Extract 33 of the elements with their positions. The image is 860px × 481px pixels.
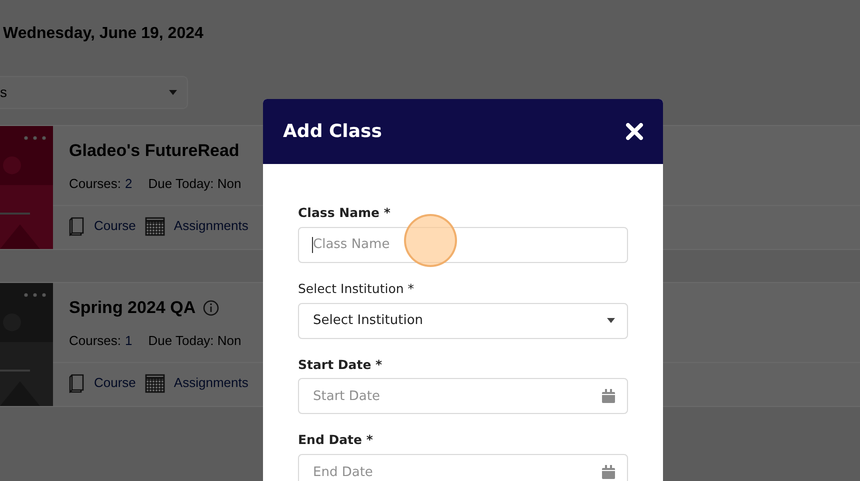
due-today-text: Due Today: Non — [148, 174, 242, 193]
calendar-icon — [602, 465, 615, 479]
courses-count: Courses: 1 — [69, 332, 132, 350]
course-link[interactable]: Course — [94, 216, 136, 236]
field-label: Start Date * — [298, 356, 382, 374]
calendar-grid-icon — [144, 373, 165, 393]
institution-select[interactable]: Select Institution — [298, 302, 628, 338]
dropdown-caret-icon — [169, 90, 177, 95]
input-field[interactable]: Class Name — [298, 226, 628, 263]
calendar-grid-icon — [144, 216, 165, 236]
assignments-link[interactable]: Assignments — [174, 216, 248, 236]
dropdown-caret-icon — [607, 318, 615, 323]
field-label: Class Name * — [298, 204, 390, 222]
more-icon[interactable] — [24, 293, 46, 297]
info-icon[interactable] — [202, 300, 219, 316]
filter-select[interactable]: s — [0, 76, 188, 109]
course-link[interactable]: Course — [94, 373, 136, 393]
class-title: Spring 2024 QA — [69, 297, 196, 319]
courses-count: Courses: 2 — [69, 174, 132, 192]
due-today-text: Due Today: Non — [148, 332, 242, 350]
field-label: End Date * — [298, 431, 373, 450]
assignments-link[interactable]: Assignments — [174, 373, 248, 393]
class-title: Gladeo's FutureRead — [69, 140, 240, 162]
date-field[interactable]: Start Date — [298, 378, 628, 414]
date-field[interactable]: End Date — [298, 454, 628, 481]
field-label: Select Institution * — [298, 280, 414, 298]
calendar-icon — [602, 389, 615, 404]
dialog-title: Add Class — [283, 120, 382, 142]
close-button[interactable] — [626, 123, 643, 140]
more-icon[interactable] — [24, 136, 46, 140]
date-heading: Wednesday, June 19, 2024 — [3, 24, 204, 44]
book-icon — [69, 374, 85, 392]
book-icon — [69, 216, 85, 236]
